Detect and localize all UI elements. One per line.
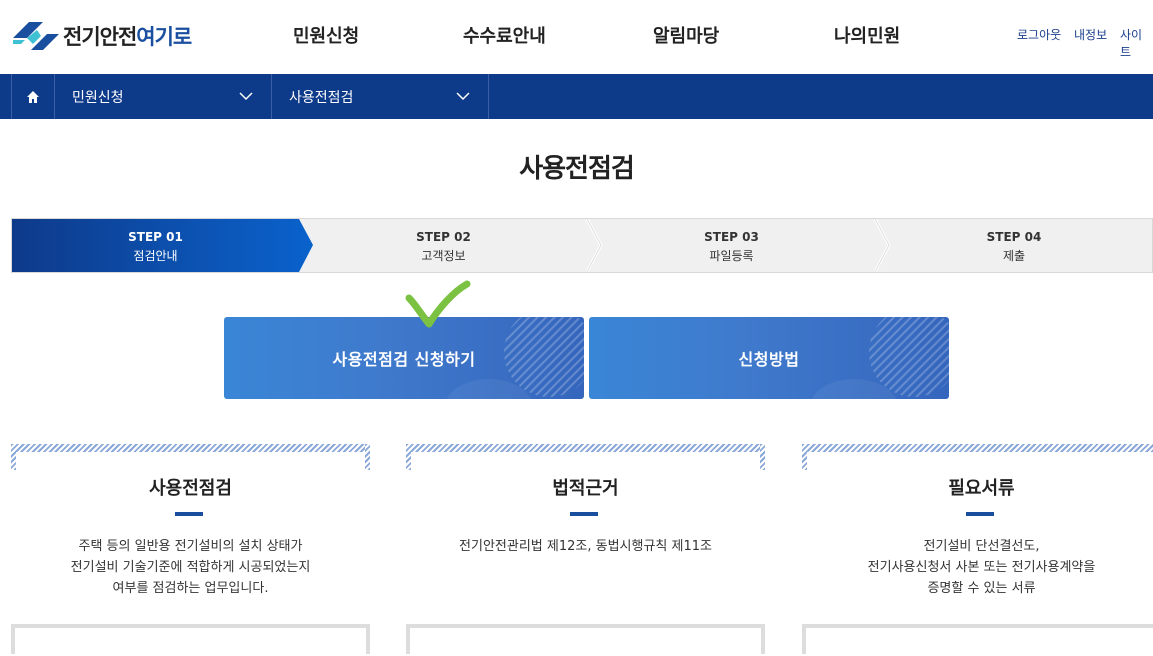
step-04-name: 제출: [1002, 249, 1026, 263]
card-title: 법적근거: [552, 478, 619, 499]
menu-dropdown-2-label: 사용전점검: [289, 89, 354, 106]
my-info-link[interactable]: 내정보: [1074, 26, 1107, 43]
logo-icon: [13, 22, 59, 50]
step-04: STEP 04 제출: [876, 219, 1152, 272]
info-card-inspection: 사용전점검 주택 등의 일반용 전기설비의 설치 상태가 전기설비 기술기준에 …: [11, 444, 370, 656]
step-01: STEP 01 점검안내: [12, 219, 299, 272]
logo[interactable]: 전기안전여기로: [11, 18, 192, 54]
apply-inspection-label: 사용전점검 신청하기: [332, 350, 476, 369]
gnb-item-fee-guide[interactable]: 수수료안내: [463, 22, 546, 48]
header: 전기안전여기로 민원신청 수수료안내 알림마당 나의민원 로그아웃 내정보 사이…: [0, 0, 1153, 74]
sub-navigation: 민원신청 사용전점검: [0, 74, 1153, 119]
step-01-number: STEP 01: [128, 230, 183, 244]
application-method-button[interactable]: 신청방법: [589, 317, 949, 399]
card-description: 주택 등의 일반용 전기설비의 설치 상태가 전기설비 기술기준에 적합하게 시…: [70, 539, 311, 596]
menu-dropdown-1[interactable]: 민원신청: [55, 74, 272, 119]
menu-dropdown-1-label: 민원신청: [72, 89, 124, 106]
step-02: STEP 02 고객정보: [300, 219, 587, 272]
chevron-down-icon: [239, 92, 253, 101]
logo-text-main: 전기안전: [63, 25, 137, 49]
step-03-number: STEP 03: [704, 230, 759, 244]
chevron-down-icon: [456, 92, 470, 101]
gnb-item-notice[interactable]: 알림마당: [653, 22, 719, 48]
step-04-number: STEP 04: [986, 230, 1042, 244]
step-02-number: STEP 02: [416, 230, 471, 244]
gnb-item-civil-petition[interactable]: 민원신청: [293, 22, 359, 48]
card-title: 사용전점검: [149, 478, 232, 499]
step-02-name: 고객정보: [421, 249, 466, 263]
step-progress: STEP 01 점검안내 STEP 02 고객정보 STEP 03 파일등록 S…: [11, 218, 1153, 273]
step-01-name: 점검안내: [133, 249, 178, 263]
sitemap-link[interactable]: 사이트: [1120, 26, 1153, 60]
logout-link[interactable]: 로그아웃: [1017, 26, 1061, 43]
card-description: 전기설비 단선결선도, 전기사용신청서 사본 또는 전기사용계약을 증명할 수 …: [867, 539, 1096, 596]
card-description: 전기안전관리법 제12조, 동법시행규칙 제11조: [459, 539, 712, 554]
page-title: 사용전점검: [519, 154, 635, 184]
info-card-documents: 필요서류 전기설비 단선결선도, 전기사용신청서 사본 또는 전기사용계약을 증…: [802, 444, 1153, 656]
info-card-legal-basis: 법적근거 전기안전관리법 제12조, 동법시행규칙 제11조: [406, 444, 765, 656]
card-title: 필요서류: [948, 478, 1015, 499]
gnb-item-my-petition[interactable]: 나의민원: [834, 22, 900, 48]
step-03-name: 파일등록: [709, 249, 754, 263]
home-button[interactable]: [11, 74, 55, 119]
apply-inspection-button[interactable]: 사용전점검 신청하기: [224, 317, 584, 399]
home-icon: [27, 90, 39, 103]
menu-dropdown-2[interactable]: 사용전점검: [272, 74, 489, 119]
logo-text-accent: 여기로: [136, 25, 192, 49]
application-method-label: 신청방법: [738, 350, 800, 369]
checkmark-icon: [405, 280, 471, 328]
step-03: STEP 03 파일등록: [588, 219, 875, 272]
